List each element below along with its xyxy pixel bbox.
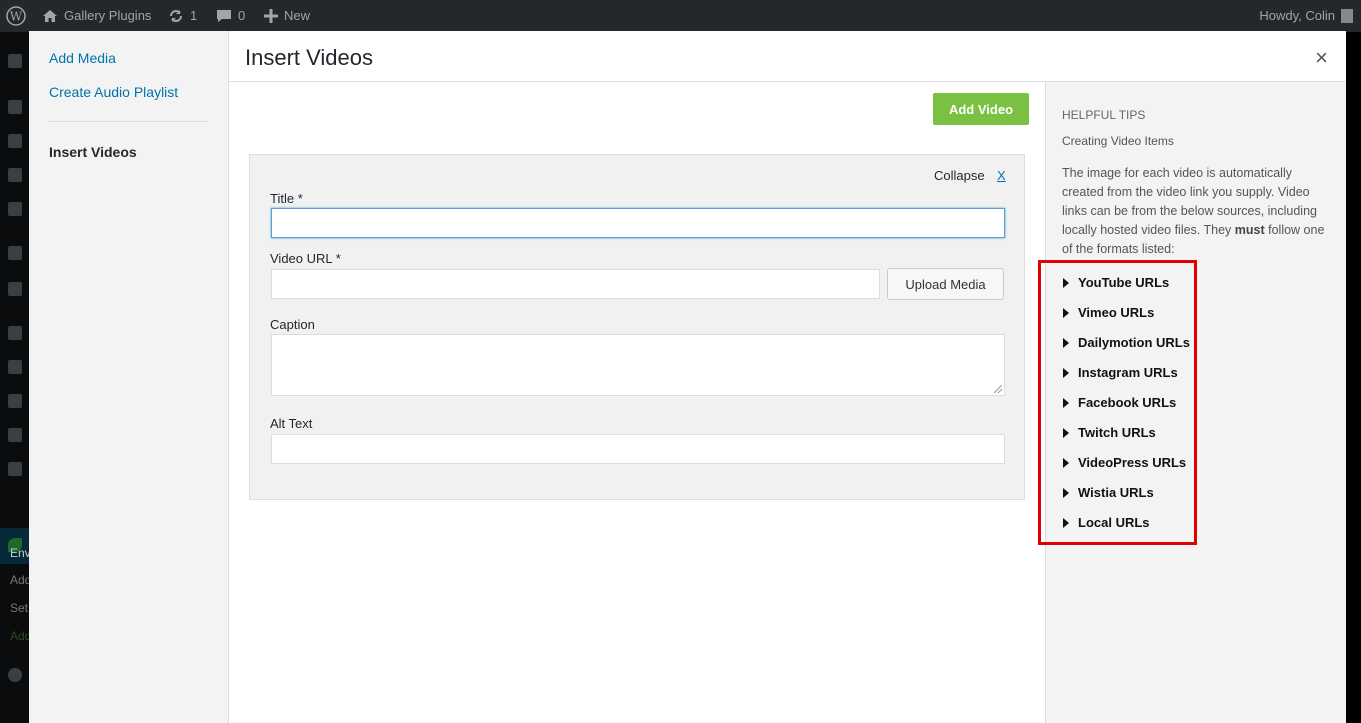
wordpress-logo-icon[interactable]: W: [6, 0, 26, 32]
modal-title: Insert Videos: [245, 45, 374, 70]
url-type-label: Local URLs: [1078, 515, 1150, 530]
collapse-menu-icon: [8, 668, 22, 682]
account-menu[interactable]: Howdy, Colin: [1259, 0, 1353, 32]
wp-admin-bar: W Gallery Plugins 1 0 New Howdy, Colin: [0, 0, 1361, 32]
dashboard-icon: [8, 54, 22, 68]
caret-right-icon: [1063, 337, 1069, 348]
upload-media-button[interactable]: Upload Media: [887, 268, 1004, 300]
caret-right-icon: [1063, 397, 1069, 408]
tips-subheading: Creating Video Items: [1062, 134, 1174, 148]
comments-link[interactable]: 0: [216, 0, 245, 32]
modal-content: Add Video Collapse X Title * Video URL *…: [229, 82, 1045, 723]
remove-item-link[interactable]: X: [997, 168, 1006, 183]
media-icon: [8, 134, 22, 148]
new-content-link[interactable]: New: [264, 0, 310, 32]
svg-text:W: W: [10, 10, 23, 24]
tips-description: The image for each video is automaticall…: [1062, 164, 1334, 259]
new-label: New: [284, 8, 311, 23]
url-type-wistia[interactable]: Wistia URLs: [1063, 485, 1154, 500]
add-video-button[interactable]: Add Video: [933, 93, 1029, 125]
collapse-link[interactable]: Collapse: [934, 168, 985, 183]
caret-right-icon: [1063, 457, 1069, 468]
tips-heading: HELPFUL TIPS: [1062, 108, 1146, 122]
video-item-box: Collapse X Title * Video URL * Upload Me…: [249, 154, 1025, 500]
comments-count: 0: [238, 8, 246, 23]
url-type-label: Twitch URLs: [1078, 425, 1156, 440]
caption-textarea[interactable]: [271, 334, 1005, 396]
url-type-label: Wistia URLs: [1078, 485, 1154, 500]
home-icon: [43, 10, 57, 22]
video-url-label: Video URL *: [270, 251, 341, 266]
caret-right-icon: [1063, 277, 1069, 288]
settings-icon: [8, 462, 22, 476]
url-type-facebook[interactable]: Facebook URLs: [1063, 395, 1176, 410]
caret-right-icon: [1063, 517, 1069, 528]
comment-icon: [217, 10, 231, 22]
alt-text-label: Alt Text: [270, 416, 313, 431]
woo-icon: [8, 246, 22, 260]
insert-videos-modal: Add Media Create Audio Playlist Insert V…: [29, 31, 1346, 723]
tips-text-bold: must: [1234, 223, 1265, 237]
menu-text-1: Env: [10, 546, 29, 560]
caret-right-icon: [1063, 487, 1069, 498]
tools-icon: [8, 428, 22, 442]
url-type-youtube[interactable]: YouTube URLs: [1063, 275, 1169, 290]
url-type-label: Instagram URLs: [1078, 365, 1178, 380]
menu-text-2: Add: [10, 573, 29, 587]
caret-right-icon: [1063, 307, 1069, 318]
modal-header: Insert Videos ×: [229, 31, 1346, 82]
products-icon: [8, 282, 22, 296]
resize-handle-icon[interactable]: [994, 385, 1002, 393]
url-type-dailymotion[interactable]: Dailymotion URLs: [1063, 335, 1190, 350]
menu-insert-videos[interactable]: Insert Videos: [49, 144, 137, 160]
url-type-label: VideoPress URLs: [1078, 455, 1187, 470]
comments-menu-icon: [8, 202, 22, 216]
modal-menu: Add Media Create Audio Playlist Insert V…: [29, 31, 229, 723]
video-url-input[interactable]: [271, 269, 880, 299]
close-icon[interactable]: ×: [1315, 45, 1328, 71]
pin-icon: [8, 100, 22, 114]
url-type-vimeo[interactable]: Vimeo URLs: [1063, 305, 1154, 320]
appearance-icon: [8, 326, 22, 340]
caret-right-icon: [1063, 367, 1069, 378]
plus-icon: [264, 9, 278, 23]
wp-admin-menu: Env Add Set Add: [0, 32, 29, 723]
url-type-instagram[interactable]: Instagram URLs: [1063, 365, 1178, 380]
caret-right-icon: [1063, 427, 1069, 438]
menu-text-3: Set: [10, 601, 29, 615]
updates-link[interactable]: 1: [168, 0, 197, 32]
menu-separator: [49, 121, 207, 122]
users-icon: [8, 394, 22, 408]
helpful-tips-sidebar: HELPFUL TIPS Creating Video Items The im…: [1038, 82, 1346, 723]
url-type-videopress[interactable]: VideoPress URLs: [1063, 455, 1186, 470]
alt-text-input[interactable]: [271, 434, 1005, 464]
pages-icon: [8, 168, 22, 182]
url-type-label: Vimeo URLs: [1078, 305, 1155, 320]
menu-create-audio-playlist[interactable]: Create Audio Playlist: [49, 84, 178, 100]
howdy-text: Howdy, Colin: [1259, 8, 1335, 23]
site-name: Gallery Plugins: [64, 8, 152, 23]
menu-add-media[interactable]: Add Media: [49, 50, 116, 66]
menu-text-4: Add: [10, 629, 29, 643]
url-types-highlight: YouTube URLs Vimeo URLs Dailymotion URLs…: [1038, 260, 1197, 545]
avatar: [1341, 9, 1353, 23]
site-name-link[interactable]: Gallery Plugins: [42, 0, 151, 32]
url-type-twitch[interactable]: Twitch URLs: [1063, 425, 1156, 440]
caption-label: Caption: [270, 317, 315, 332]
url-type-local[interactable]: Local URLs: [1063, 515, 1150, 530]
updates-icon: [170, 10, 182, 22]
plugins-icon: [8, 360, 22, 374]
title-label: Title *: [270, 191, 303, 206]
url-type-label: Facebook URLs: [1078, 395, 1177, 410]
url-type-label: Dailymotion URLs: [1078, 335, 1190, 350]
updates-count: 1: [190, 8, 198, 23]
title-input[interactable]: [271, 208, 1005, 238]
url-type-label: YouTube URLs: [1078, 275, 1170, 290]
